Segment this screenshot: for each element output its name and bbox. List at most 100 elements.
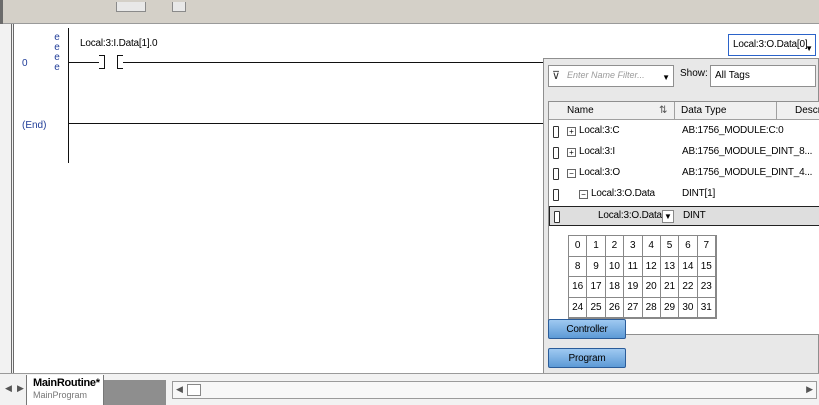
collapse-icon[interactable]: − [567, 169, 576, 178]
xic-contact[interactable] [99, 55, 123, 69]
tag-row[interactable]: − Local:3:O AB:1756_MODULE_DINT_4... [549, 164, 819, 184]
toolbar-strip [0, 0, 819, 24]
controller-scope-button[interactable]: Controller [548, 319, 626, 339]
tag-row[interactable]: − Local:3:O.Data DINT[1] [549, 185, 819, 205]
bit-cell[interactable]: 20 [642, 277, 661, 298]
collapse-icon[interactable]: − [579, 190, 588, 199]
tag-row[interactable]: + Local:3:C AB:1756_MODULE:C:0 [549, 122, 819, 142]
bit-cell[interactable]: 18 [605, 277, 625, 298]
power-rail-left [68, 28, 69, 163]
tag-data-type: AB:1756_MODULE_DINT_8... [682, 146, 813, 157]
chevron-down-icon[interactable]: ▼ [662, 73, 670, 82]
filter-icon: ⊽ [552, 70, 561, 82]
bit-cell[interactable]: 17 [587, 277, 606, 298]
bit-cell[interactable]: 2 [605, 236, 625, 257]
tag-icon [553, 168, 559, 180]
bit-cell[interactable]: 19 [624, 277, 643, 298]
tag-name: Local:3:I [579, 146, 616, 157]
bit-cell[interactable]: 27 [624, 297, 643, 318]
bit-cell[interactable]: 23 [697, 277, 716, 298]
bit-picker: 0 1 2 3 4 5 6 7 8 9 10 11 12 13 14 15 16 17 18 19 20 21 22 23 24… [568, 235, 717, 319]
bit-cell[interactable]: 1 [587, 236, 606, 257]
routine-tab-bar: ◀ ▶ MainRoutine* MainProgram ◀ ▶ [0, 373, 819, 405]
end-rung-label: (End) [22, 120, 47, 131]
chevron-down-icon[interactable]: ▼ [662, 210, 674, 223]
bit-cell[interactable]: 29 [660, 297, 680, 318]
tag-data-type: AB:1756_MODULE_DINT_4... [682, 167, 813, 178]
bit-cell[interactable]: 7 [697, 236, 716, 257]
expand-icon[interactable]: + [567, 148, 576, 157]
tab-main-routine[interactable]: MainRoutine* MainProgram [26, 375, 104, 405]
bit-cell[interactable]: 26 [605, 297, 625, 318]
expand-icon[interactable]: + [567, 127, 576, 136]
tag-icon [553, 189, 559, 201]
contact-bar-right [117, 55, 123, 69]
sort-icon[interactable]: ⇅ [659, 105, 667, 116]
column-name[interactable]: Name [549, 102, 675, 120]
rung-wire [69, 62, 545, 63]
tag-row[interactable]: + Local:3:I AB:1756_MODULE_DINT_8... [549, 143, 819, 163]
bit-cell[interactable]: 9 [587, 256, 606, 277]
scroll-left-icon[interactable]: ◀ [176, 384, 183, 395]
tag-data-type: AB:1756_MODULE:C:0 [682, 125, 784, 136]
horizontal-scrollbar[interactable]: ◀ ▶ [172, 381, 817, 399]
bit-cell[interactable]: 31 [697, 297, 716, 318]
show-label: Show: [680, 68, 708, 79]
bit-cell[interactable]: 15 [697, 256, 716, 277]
column-data-type[interactable]: Data Type [675, 102, 777, 120]
tab-subtitle: MainProgram [33, 390, 88, 400]
rung-number[interactable]: 0 [22, 58, 28, 69]
bit-cell[interactable]: 4 [642, 236, 661, 257]
tab-inactive[interactable] [104, 380, 166, 405]
show-select[interactable]: All Tags [710, 65, 816, 87]
bit-cell[interactable]: 12 [642, 256, 661, 277]
bit-cell[interactable]: 11 [624, 256, 643, 277]
bit-cell[interactable]: 22 [679, 277, 698, 298]
tag-icon [553, 126, 559, 138]
tag-grid-header: Name ⇅ Data Type Descr [549, 102, 819, 120]
scrollbar-thumb[interactable] [187, 384, 201, 396]
chevron-down-icon[interactable]: ▼ [805, 44, 813, 53]
edit-marker: e [54, 62, 60, 73]
tag-icon [553, 147, 559, 159]
name-filter-input[interactable]: ⊽ Enter Name Filter... ▼ [548, 65, 674, 87]
tag-icon [554, 211, 560, 223]
bit-cell[interactable]: 21 [660, 277, 680, 298]
tag-row-selected[interactable]: Local:3:O.Data[0] ▼ DINT [549, 206, 819, 226]
tag-name: Local:3:O.Data [591, 188, 655, 199]
tag-browser-popup: ⊽ Enter Name Filter... ▼ Show: All Tags … [543, 58, 819, 380]
toolbar-control[interactable] [172, 2, 186, 12]
bit-cell[interactable]: 8 [569, 256, 588, 277]
bit-cell[interactable]: 25 [587, 297, 606, 318]
program-scope-button[interactable]: Program [548, 348, 626, 368]
tag-name: Local:3:C [579, 125, 620, 136]
contact-tag-label[interactable]: Local:3:I.Data[1].0 [80, 38, 158, 49]
edit-markers: e e e e [52, 33, 62, 73]
bit-cell[interactable]: 28 [642, 297, 661, 318]
tab-scroll-left-icon[interactable]: ◀ [5, 383, 12, 394]
tag-name: Local:3:O [579, 167, 621, 178]
end-rung-wire [69, 123, 545, 124]
bit-cell[interactable]: 24 [569, 297, 588, 318]
tag-data-type: DINT [683, 210, 706, 221]
bit-cell[interactable]: 14 [679, 256, 698, 277]
scroll-right-icon[interactable]: ▶ [806, 384, 813, 395]
toolbar-control[interactable] [116, 2, 146, 12]
tab-scroll-right-icon[interactable]: ▶ [17, 383, 24, 394]
operand-editor[interactable]: Local:3:O.Data[0] ▼ [728, 34, 816, 56]
bit-cell[interactable]: 30 [679, 297, 698, 318]
bit-cell[interactable]: 16 [569, 277, 588, 298]
bit-cell[interactable]: 13 [660, 256, 680, 277]
tab-title: MainRoutine* [33, 377, 100, 389]
filter-placeholder: Enter Name Filter... [567, 70, 645, 80]
bit-cell[interactable]: 6 [679, 236, 698, 257]
toolbar-separator [0, 0, 3, 24]
bit-cell[interactable]: 0 [569, 236, 588, 257]
bit-cell[interactable]: 3 [624, 236, 643, 257]
bit-cell[interactable]: 5 [660, 236, 680, 257]
column-description[interactable]: Descr [777, 102, 819, 120]
bit-cell[interactable]: 10 [605, 256, 625, 277]
left-rail [0, 24, 14, 373]
operand-value: Local:3:O.Data[0] [733, 39, 808, 50]
tag-data-type: DINT[1] [682, 188, 716, 199]
